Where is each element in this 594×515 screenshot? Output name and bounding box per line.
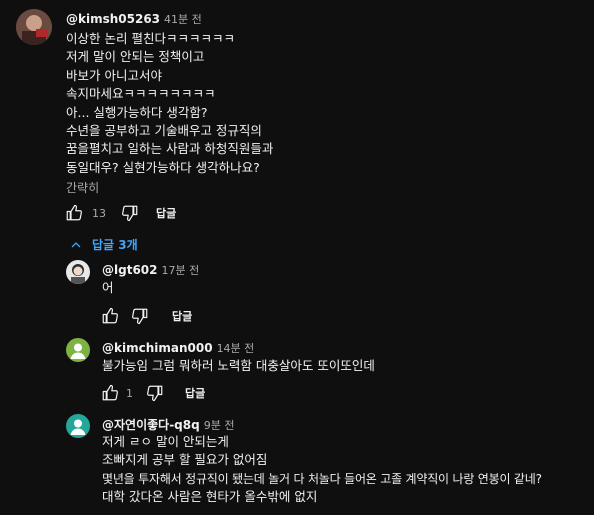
like-count: 13	[92, 206, 106, 220]
comment-time[interactable]: 41분 전	[164, 13, 202, 26]
reply-avatar[interactable]	[66, 338, 90, 362]
reply-line: 대학 갔다온 사람은 현타가 올수밖에 없지	[102, 489, 318, 505]
like-button[interactable]	[100, 306, 120, 326]
dislike-icon	[147, 385, 163, 402]
avatar-image	[66, 260, 90, 284]
avatar-image	[16, 9, 52, 45]
dislike-button[interactable]	[145, 383, 165, 403]
collapse-button[interactable]: 간략히	[66, 179, 99, 196]
reply-author-handle[interactable]: @lgt602	[102, 263, 158, 277]
comment-header: @kimsh05263 41분 전	[66, 11, 202, 27]
comment-line: 저게 말이 안되는 정책이고	[66, 49, 205, 65]
reply-line: 저게 ㄹㅇ 말이 안되는게	[102, 434, 229, 449]
reply-time[interactable]: 9분 전	[204, 419, 235, 432]
reply-line: 몇년을 투자해서 정규직이 됐는데 놀거 다 처놀다 들어온 고졸 계약직이 나…	[102, 471, 542, 486]
comment-author-handle[interactable]: @kimsh05263	[66, 12, 160, 26]
like-icon	[66, 204, 82, 221]
reply-button[interactable]: 답글	[172, 308, 192, 324]
comment-actions: 13 답글	[64, 203, 176, 223]
comment-line: 꿈을펼치고 일하는 사람과 하청직원들과	[66, 141, 274, 157]
reply-text: 어	[102, 280, 114, 295]
replies-toggle[interactable]: 답글 3개	[70, 236, 138, 253]
dislike-button[interactable]	[120, 203, 140, 223]
comment-line: 수년을 공부하고 기술배우고 정규직의	[66, 123, 262, 139]
comment-line: 아... 실행가능하다 생각함?	[66, 104, 208, 120]
reply-time[interactable]: 17분 전	[162, 264, 200, 277]
avatar[interactable]	[16, 9, 52, 45]
reply-actions: 1 답글	[100, 383, 205, 403]
comment-line: 바보가 아니고서야	[66, 67, 162, 83]
reply-text: 불가능임 그럼 뭐하러 노력함 대충살아도 또이또인데	[102, 358, 375, 373]
reply-author-handle[interactable]: @kimchiman000	[102, 341, 213, 355]
like-count: 1	[126, 386, 133, 400]
dislike-icon	[122, 205, 138, 222]
comment-line: 속지마세요ㅋㅋㅋㅋㅋㅋㅋㅋ	[66, 86, 216, 102]
replies-toggle-label: 답글 3개	[92, 238, 138, 252]
reply-button[interactable]: 답글	[185, 385, 205, 401]
comment-body: 이상한 논리 펼친다ㅋㅋㅋㅋㅋㅋ 저게 말이 안되는 정책이고 바보가 아니고서…	[66, 30, 273, 177]
like-button[interactable]	[64, 203, 84, 223]
chevron-up-icon	[71, 241, 81, 247]
reply-line: 조빠지게 공부 할 필요가 없어짐	[102, 452, 268, 468]
reply-body: 저게 ㄹㅇ 말이 안되는게 조빠지게 공부 할 필요가 없어짐 몇년을 투자해서…	[102, 433, 542, 507]
dislike-button[interactable]	[130, 306, 150, 326]
reply-button[interactable]: 답글	[156, 205, 176, 221]
like-icon	[102, 384, 118, 401]
reply-author-handle[interactable]: @자연이좋다-q8q	[102, 418, 200, 432]
reply-header: @kimchiman000 14분 전	[102, 340, 254, 356]
like-button[interactable]	[100, 383, 120, 403]
reply-time[interactable]: 14분 전	[217, 342, 255, 355]
reply-header: @자연이좋다-q8q 9분 전	[102, 416, 234, 433]
comment-line: 이상한 논리 펼친다ㅋㅋㅋㅋㅋㅋ	[66, 31, 235, 46]
reply-avatar[interactable]	[66, 260, 90, 284]
reply-avatar[interactable]	[66, 414, 90, 438]
dislike-icon	[132, 308, 148, 325]
like-icon	[102, 307, 118, 324]
avatar-image	[66, 414, 90, 438]
reply-header: @lgt602 17분 전	[102, 262, 199, 278]
comment-line: 동일대우? 실현가능하다 생각하나요?	[66, 159, 260, 175]
reply-actions: 답글	[100, 306, 192, 326]
avatar-image	[66, 338, 90, 362]
